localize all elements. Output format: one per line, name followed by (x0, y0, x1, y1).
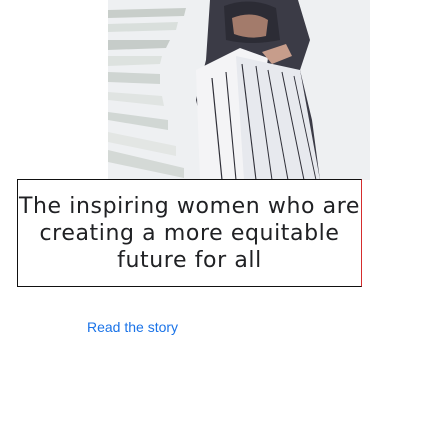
headline-box: The inspiring women who are creating a m… (17, 179, 362, 287)
read-story-link[interactable]: Read the story (87, 319, 178, 335)
hero-illustration (0, 0, 448, 180)
story-headline: The inspiring women who are creating a m… (18, 193, 361, 273)
woman-with-curtain-illustration (0, 0, 448, 180)
story-card: The inspiring women who are creating a m… (0, 0, 448, 448)
